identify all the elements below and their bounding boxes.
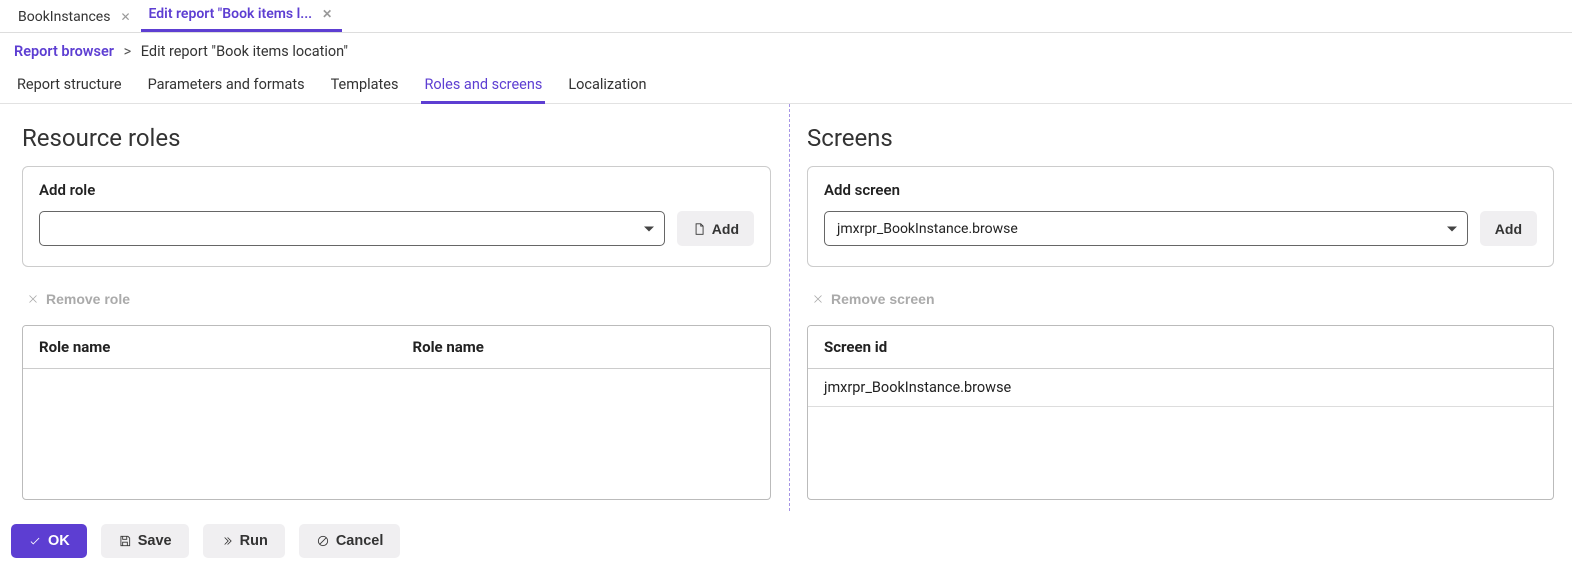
breadcrumb: Report browser > Edit report "Book items…: [0, 33, 1572, 68]
tab-parameters-and-formats[interactable]: Parameters and formats: [145, 68, 308, 103]
footer-actions: OK Save Run Cancel: [11, 524, 400, 566]
window-tabs: BookInstances ✕ Edit report "Book items …: [0, 0, 1572, 33]
button-label: Save: [138, 533, 172, 549]
button-label: Run: [240, 533, 268, 549]
roles-table: Role name Role name: [22, 325, 771, 500]
save-icon: [118, 534, 132, 548]
column-header[interactable]: Role name: [23, 326, 397, 368]
button-label: Add: [1495, 221, 1522, 237]
button-label: OK: [48, 533, 70, 549]
roles-table-body: [23, 369, 770, 499]
tab-templates[interactable]: Templates: [328, 68, 402, 103]
tab-label: Parameters and formats: [148, 76, 305, 93]
x-icon: [26, 292, 40, 306]
add-role-button[interactable]: Add: [677, 211, 754, 246]
x-icon: [811, 292, 825, 306]
resource-roles-pane: Resource roles Add role Add Remove role: [0, 114, 789, 566]
roles-table-head: Role name Role name: [23, 326, 770, 369]
column-header[interactable]: Screen id: [808, 326, 1553, 368]
tab-label: Templates: [331, 76, 399, 93]
window-tab-label: BookInstances: [18, 9, 110, 25]
window-tab-bookinstances[interactable]: BookInstances ✕: [10, 2, 141, 32]
roles-toolbar: Remove role: [22, 285, 771, 313]
button-label: Remove role: [46, 291, 130, 307]
document-icon: [692, 222, 706, 236]
role-combobox[interactable]: [39, 211, 665, 246]
remove-screen-button[interactable]: Remove screen: [811, 285, 935, 313]
add-screen-panel: Add screen jmxrpr_BookInstance.browse Ad…: [807, 166, 1554, 267]
window-tab-edit-report[interactable]: Edit report "Book items l... ✕: [141, 0, 343, 32]
screen-combobox-value: jmxrpr_BookInstance.browse: [837, 221, 1018, 237]
run-button[interactable]: Run: [203, 524, 285, 558]
column-header[interactable]: Role name: [397, 326, 771, 368]
add-screen-button[interactable]: Add: [1480, 211, 1537, 246]
section-title-roles: Resource roles: [22, 124, 771, 152]
main-content: Resource roles Add role Add Remove role: [0, 104, 1572, 566]
sub-tabs: Report structure Parameters and formats …: [0, 68, 1572, 104]
add-role-label: Add role: [39, 181, 754, 199]
table-row[interactable]: jmxrpr_BookInstance.browse: [808, 369, 1553, 407]
ok-button[interactable]: OK: [11, 524, 87, 558]
screens-pane: Screens Add screen jmxrpr_BookInstance.b…: [789, 114, 1572, 566]
cell-screen-id: jmxrpr_BookInstance.browse: [808, 369, 1553, 406]
window-tab-label: Edit report "Book items l...: [149, 6, 313, 22]
tab-label: Report structure: [17, 76, 122, 93]
screens-toolbar: Remove screen: [807, 285, 1554, 313]
tab-report-structure[interactable]: Report structure: [14, 68, 125, 103]
screens-table-body: jmxrpr_BookInstance.browse: [808, 369, 1553, 499]
breadcrumb-separator: >: [124, 43, 132, 60]
add-role-panel: Add role Add: [22, 166, 771, 267]
remove-role-button[interactable]: Remove role: [26, 285, 130, 313]
screens-table: Screen id jmxrpr_BookInstance.browse: [807, 325, 1554, 500]
close-icon[interactable]: ✕: [120, 11, 130, 23]
chevron-down-icon: [644, 226, 654, 231]
section-title-screens: Screens: [807, 124, 1554, 152]
screens-table-head: Screen id: [808, 326, 1553, 369]
close-icon[interactable]: ✕: [322, 8, 332, 20]
splitter[interactable]: [789, 104, 790, 511]
cancel-button[interactable]: Cancel: [299, 524, 401, 558]
breadcrumb-root-link[interactable]: Report browser: [14, 43, 114, 60]
button-label: Cancel: [336, 533, 384, 549]
breadcrumb-current: Edit report "Book items location": [141, 43, 348, 60]
button-label: Add: [712, 221, 739, 237]
tab-localization[interactable]: Localization: [565, 68, 649, 103]
screen-combobox[interactable]: jmxrpr_BookInstance.browse: [824, 211, 1468, 246]
save-button[interactable]: Save: [101, 524, 189, 558]
tab-label: Localization: [568, 76, 646, 93]
check-icon: [28, 534, 42, 548]
tab-label: Roles and screens: [424, 76, 542, 93]
cancel-icon: [316, 534, 330, 548]
chevron-right-icon: [220, 534, 234, 548]
add-screen-label: Add screen: [824, 181, 1537, 199]
chevron-down-icon: [1447, 226, 1457, 231]
button-label: Remove screen: [831, 291, 935, 307]
tab-roles-and-screens[interactable]: Roles and screens: [421, 68, 545, 103]
table-empty-space: [808, 407, 1553, 497]
